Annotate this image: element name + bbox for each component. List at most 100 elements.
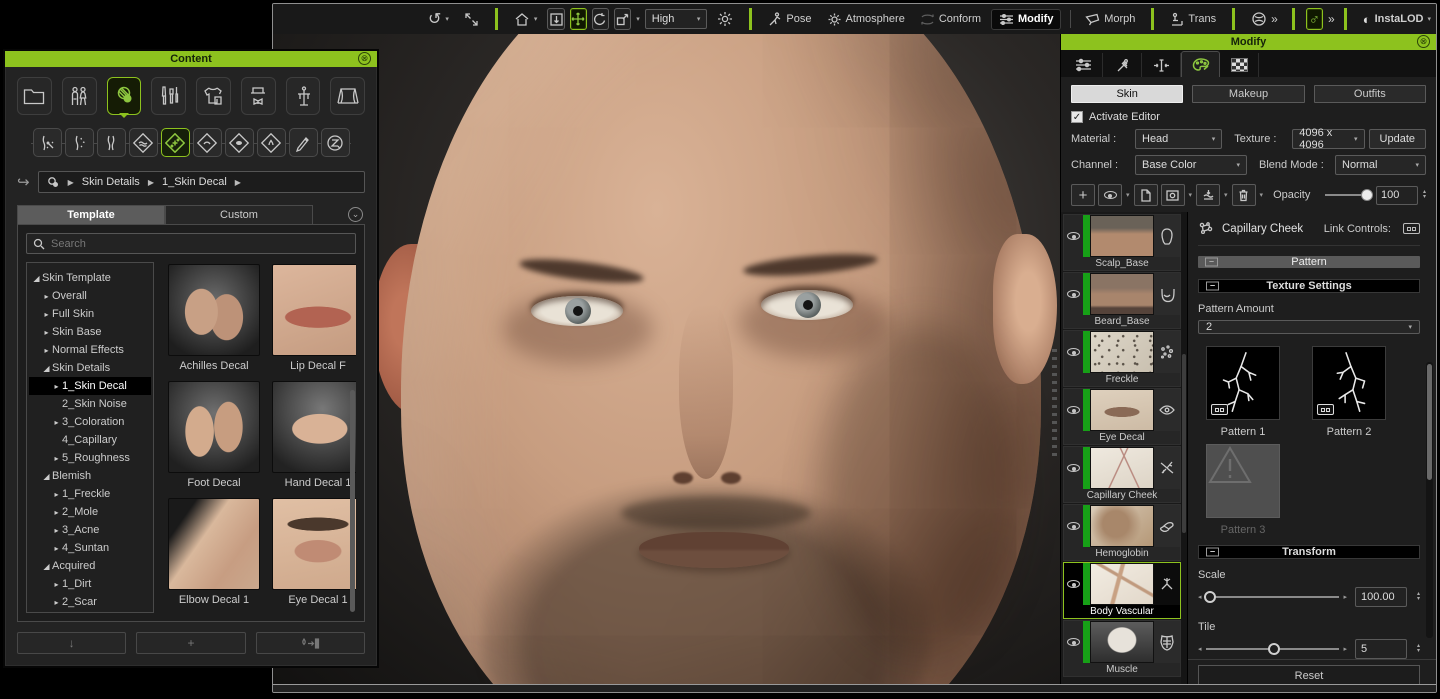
tree-item[interactable]: ▸4_Suntan — [29, 539, 151, 557]
quality-select[interactable]: High▾ — [645, 9, 708, 29]
pattern-section-header[interactable]: − Pattern — [1198, 256, 1420, 268]
tree-item[interactable]: ▸Skin Base — [29, 323, 151, 341]
tab-project[interactable] — [17, 77, 52, 115]
asset-thumbnail[interactable] — [168, 264, 260, 356]
opacity-value-box[interactable]: 100 — [1376, 186, 1418, 205]
asset-item[interactable]: Elbow Decal 1 — [168, 498, 260, 606]
transform-section-header[interactable]: − Transform — [1198, 545, 1420, 559]
pattern-slot-2[interactable]: Pattern 2 — [1312, 346, 1386, 438]
character-gender-button[interactable]: ♂ — [1306, 8, 1323, 30]
layer-item[interactable]: Capillary Cheek — [1063, 446, 1181, 503]
tab-custom[interactable]: Custom — [165, 205, 313, 224]
subtab-layer-decal[interactable] — [161, 128, 190, 157]
tree-item[interactable]: ▸Full Skin — [29, 305, 151, 323]
tab-template[interactable]: Template — [17, 205, 165, 224]
panel-splitter-handle[interactable] — [1052, 349, 1057, 459]
tab-prop[interactable] — [286, 77, 321, 115]
tile-slider-handle[interactable] — [1268, 643, 1280, 655]
layer-visibility-toggle[interactable] — [1064, 389, 1083, 431]
scale-value-box[interactable]: 100.00 — [1355, 587, 1407, 607]
download-button[interactable]: ↓ — [17, 632, 126, 654]
layer-visibility-toggle[interactable] — [1064, 447, 1083, 489]
tab-skin[interactable] — [107, 77, 142, 115]
add-layer-button[interactable]: + — [1071, 184, 1095, 206]
makeup-button[interactable]: Makeup — [1192, 85, 1304, 103]
render-button[interactable]: » — [1246, 9, 1281, 29]
instalod-button[interactable]: ◐ InstaLOD ▾ — [1358, 10, 1436, 29]
opacity-spinner[interactable]: ▴▾ — [1423, 190, 1426, 200]
asset-item[interactable]: Achilles Decal — [168, 264, 260, 372]
layer-item[interactable]: Eye Decal — [1063, 388, 1181, 445]
layer-visibility-toggle[interactable] — [1064, 331, 1083, 373]
tree-item[interactable]: ◢Skin Details — [29, 359, 151, 377]
add-content-button[interactable]: + — [136, 632, 245, 654]
layer-item[interactable]: Muscle — [1063, 620, 1181, 677]
channel-select[interactable]: Base Color▾ — [1135, 155, 1247, 175]
pose-button[interactable]: Pose — [763, 10, 816, 28]
tab-cloth[interactable] — [196, 77, 231, 115]
visibility-caret[interactable]: ▾ — [1126, 191, 1130, 199]
layer-visibility-toggle[interactable] — [1064, 215, 1083, 257]
asset-thumbnail[interactable] — [272, 264, 356, 356]
tile-spinner[interactable]: ▴▾ — [1417, 644, 1420, 654]
move-tool-button[interactable] — [570, 8, 587, 30]
layer-item[interactable]: Scalp_Base — [1063, 214, 1181, 271]
pattern-slot-1[interactable]: Pattern 1 — [1206, 346, 1280, 438]
pattern-thumbnail[interactable] — [1312, 346, 1386, 420]
activate-editor-checkbox[interactable]: ✓ — [1071, 111, 1083, 123]
tree-item[interactable]: ◢Acquired — [29, 557, 151, 575]
tab-makeup[interactable] — [151, 77, 186, 115]
outfits-button[interactable]: Outfits — [1314, 85, 1426, 103]
chevron-down-icon[interactable]: ⌄ — [348, 207, 363, 222]
tile-value-box[interactable]: 5 — [1355, 639, 1407, 659]
asset-item[interactable]: Lip Decal F — [272, 264, 356, 372]
tab-stage[interactable] — [330, 77, 365, 115]
layer-item[interactable]: Beard_Base — [1063, 272, 1181, 329]
modify-button[interactable]: Modify — [991, 9, 1061, 30]
tab-accessory[interactable] — [241, 77, 276, 115]
tile-slider[interactable]: ◂▸ — [1198, 643, 1347, 655]
collapse-icon[interactable]: − — [1206, 282, 1219, 291]
bake-button[interactable] — [1196, 184, 1220, 206]
search-input[interactable] — [51, 238, 349, 250]
tree-item[interactable]: 2_Skin Noise — [29, 395, 151, 413]
apply-to-target-button[interactable] — [256, 632, 365, 654]
texture-size-select[interactable]: 4096 x 4096▾ — [1292, 129, 1364, 149]
tree-item[interactable]: ▸3_Coloration — [29, 413, 151, 431]
properties-scrollbar[interactable] — [1426, 362, 1433, 638]
back-button[interactable]: ↩ — [17, 173, 30, 191]
reset-button[interactable]: Reset — [1198, 665, 1420, 684]
visibility-button[interactable] — [1098, 184, 1122, 206]
scale-slider-handle[interactable] — [1204, 591, 1216, 603]
scale-tool-button[interactable] — [614, 8, 631, 30]
layer-visibility-toggle[interactable] — [1064, 505, 1083, 547]
asset-item[interactable]: Hand Decal 1 — [272, 381, 356, 489]
tree-item-selected[interactable]: ▸1_Skin Decal — [29, 377, 151, 395]
update-button[interactable]: Update — [1369, 129, 1426, 149]
expand-chevrons-icon[interactable]: » — [1328, 12, 1333, 26]
undo-button[interactable]: ↺▾ — [423, 7, 454, 31]
tree-item[interactable]: ▸1_Freckle — [29, 485, 151, 503]
asset-thumbnail[interactable] — [168, 381, 260, 473]
tree-item[interactable]: ▸3_Acne — [29, 521, 151, 539]
layer-item-selected[interactable]: Body Vascular — [1063, 562, 1181, 619]
collapse-icon[interactable]: − — [1205, 258, 1218, 267]
material-select[interactable]: Head▾ — [1135, 129, 1222, 149]
layer-item[interactable]: Freckle — [1063, 330, 1181, 387]
bake-caret[interactable]: ▾ — [1224, 191, 1228, 199]
tab-character[interactable] — [62, 77, 97, 115]
subtab-body-wand[interactable] — [33, 128, 62, 157]
viewport-3d[interactable] — [273, 34, 1060, 684]
close-icon[interactable]: ⊗ — [358, 52, 371, 65]
link-controls-icon[interactable] — [1403, 223, 1420, 234]
fullscreen-button[interactable] — [459, 10, 484, 29]
subtab-layer-waves[interactable] — [129, 128, 158, 157]
tree-item[interactable]: ▸3_Tattoo — [29, 611, 151, 613]
scale-tool-caret[interactable]: ▾ — [636, 15, 640, 23]
layer-visibility-toggle[interactable] — [1064, 273, 1083, 315]
collapse-icon[interactable]: − — [1206, 548, 1219, 557]
tree-item[interactable]: ▸5_Roughness — [29, 449, 151, 467]
layer-item[interactable]: Hemoglobin — [1063, 504, 1181, 561]
layer-visibility-toggle[interactable] — [1064, 563, 1083, 605]
search-box[interactable] — [26, 233, 356, 254]
